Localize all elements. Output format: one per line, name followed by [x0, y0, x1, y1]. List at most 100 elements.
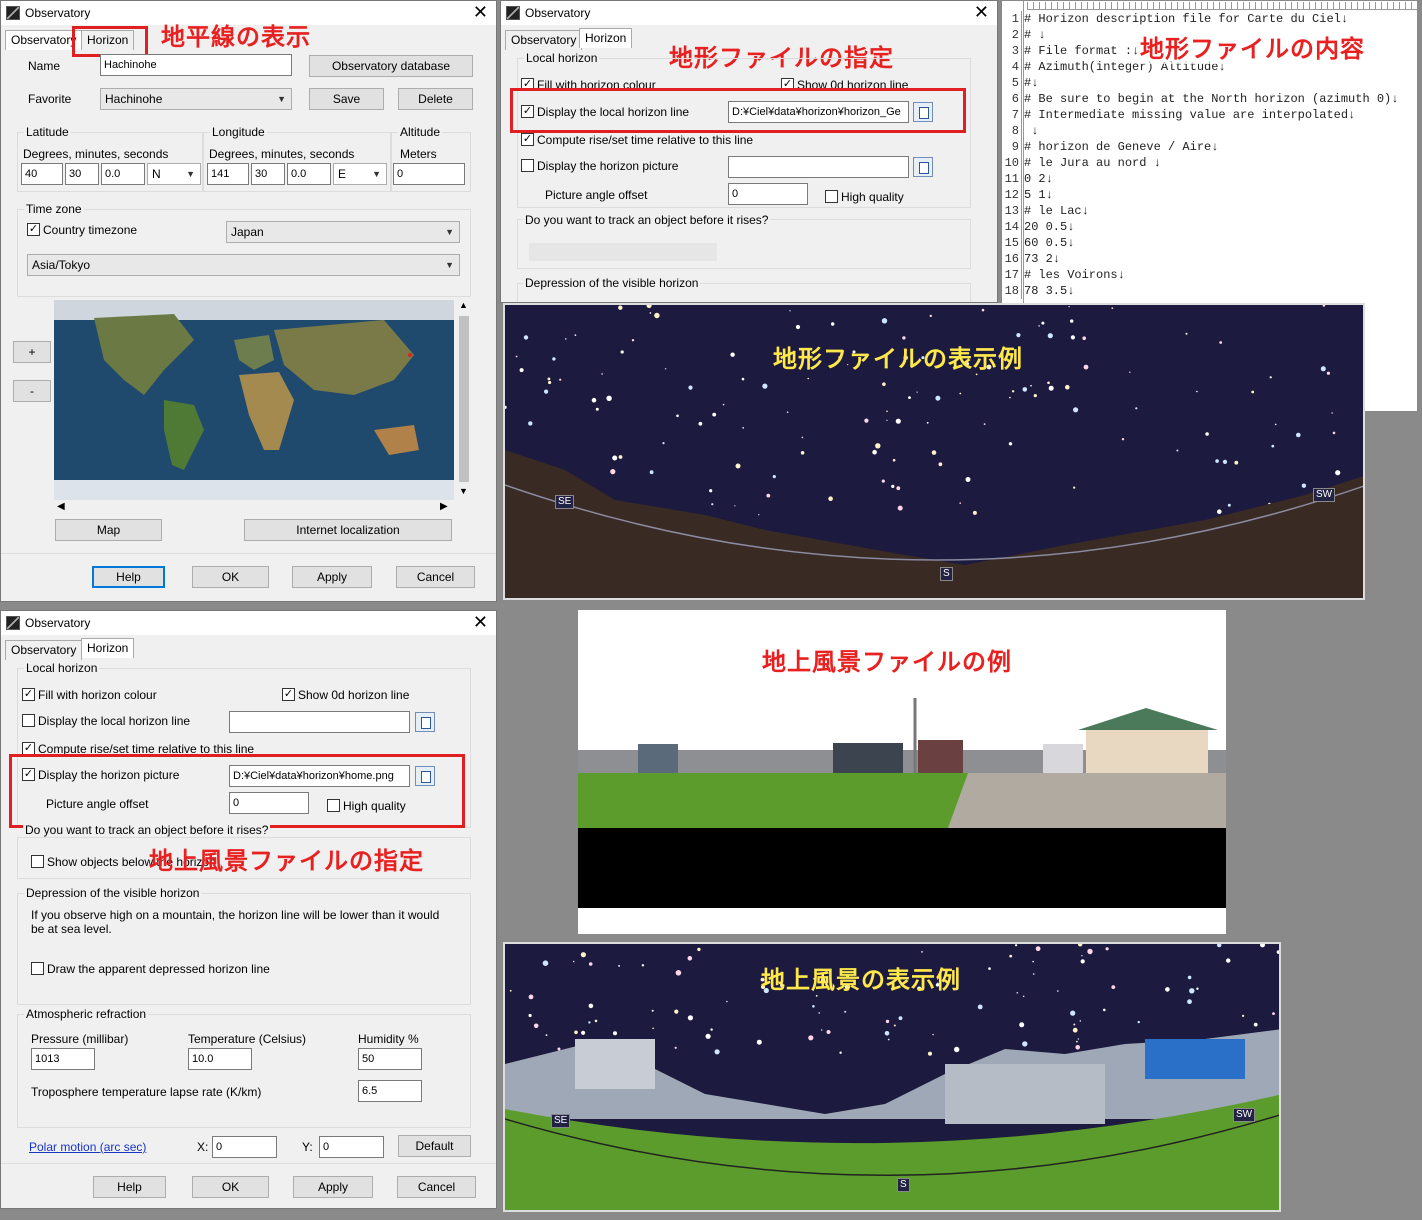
editor-line[interactable]: 8 ↓: [1002, 123, 1038, 139]
apply-button[interactable]: Apply: [292, 566, 372, 588]
lon-seconds-input[interactable]: 0.0: [287, 163, 331, 185]
apply-button[interactable]: Apply: [293, 1176, 373, 1198]
editor-line[interactable]: 14 20 0.5↓: [1002, 219, 1074, 235]
default-button[interactable]: Default: [398, 1135, 471, 1157]
display-local-horizon-checkbox[interactable]: [22, 714, 35, 727]
file-browse-icon[interactable]: [913, 157, 933, 177]
star: [1022, 1041, 1028, 1047]
altitude-input[interactable]: 0: [393, 163, 465, 185]
cancel-button[interactable]: Cancel: [397, 1176, 476, 1198]
help-button[interactable]: Help: [93, 1176, 166, 1198]
tab-observatory[interactable]: Observatory: [505, 30, 583, 50]
cancel-button[interactable]: Cancel: [396, 566, 475, 588]
chevron-up-icon[interactable]: ▲: [459, 300, 468, 310]
polar-y-input[interactable]: 0: [319, 1136, 384, 1158]
local-horizon-path-input[interactable]: [229, 711, 410, 733]
file-browse-icon[interactable]: [415, 712, 435, 732]
editor-line[interactable]: 2 # ↓: [1002, 27, 1046, 43]
y-label: Y:: [302, 1140, 313, 1154]
star: [730, 352, 735, 357]
editor-line[interactable]: 12 5 1↓: [1002, 187, 1053, 203]
timezone-select[interactable]: Asia/Tokyo ▼: [27, 254, 460, 276]
line-number: 10: [1002, 155, 1022, 171]
editor-line[interactable]: 16 73 2↓: [1002, 251, 1060, 267]
editor-line[interactable]: 9 # horizon de Geneve / Aire↓: [1002, 139, 1218, 155]
editor-line[interactable]: 5 #↓: [1002, 75, 1038, 91]
polar-x-input[interactable]: 0: [212, 1136, 277, 1158]
lon-hemisphere-select[interactable]: E ▼: [333, 163, 387, 185]
editor-line[interactable]: 7 # Intermediate missing value are interp…: [1002, 107, 1355, 123]
observatory-database-button[interactable]: Observatory database: [309, 55, 473, 77]
name-input[interactable]: Hachinohe: [100, 54, 292, 76]
editor-line[interactable]: 13 # le Lac↓: [1002, 203, 1089, 219]
temperature-label: Temperature (Celsius): [188, 1032, 307, 1046]
ok-button[interactable]: OK: [192, 566, 269, 588]
display-picture-checkbox[interactable]: [521, 159, 534, 172]
close-icon[interactable]: ✕: [473, 612, 488, 632]
map-horizontal-scrollbar[interactable]: ◀ ▶: [54, 500, 454, 516]
star: [1301, 483, 1307, 488]
editor-line[interactable]: 11 0 2↓: [1002, 171, 1053, 187]
star: [674, 1009, 679, 1014]
map-button[interactable]: Map: [55, 519, 162, 541]
lon-degrees-input[interactable]: 141: [207, 163, 249, 185]
picture-path-input[interactable]: [728, 156, 909, 178]
picture-offset-input[interactable]: 0: [728, 183, 808, 205]
close-icon[interactable]: ✕: [473, 2, 488, 22]
editor-line[interactable]: 18 78 3.5↓: [1002, 283, 1074, 299]
star: [509, 989, 512, 992]
chevron-down-icon[interactable]: ▼: [459, 486, 468, 496]
country-timezone-checkbox[interactable]: ✓: [27, 223, 40, 236]
show-0d-checkbox[interactable]: ✓: [282, 688, 295, 701]
tab-horizon[interactable]: Horizon: [81, 638, 135, 658]
star: [552, 357, 556, 361]
star: [815, 995, 818, 997]
chevron-left-icon[interactable]: ◀: [57, 501, 65, 512]
favorite-select[interactable]: Hachinohe ▼: [100, 88, 292, 110]
zoom-out-button[interactable]: -: [13, 380, 51, 402]
star: [895, 418, 901, 424]
lat-minutes-input[interactable]: 30: [65, 163, 99, 185]
title-bar: Observatory ✕: [1, 611, 496, 635]
editor-line[interactable]: 3 # File format :↓: [1002, 43, 1139, 59]
country-select[interactable]: Japan ▼: [226, 221, 460, 243]
lat-degrees-input[interactable]: 40: [21, 163, 63, 185]
internet-localization-button[interactable]: Internet localization: [244, 519, 452, 541]
help-button[interactable]: Help: [92, 566, 165, 588]
world-map[interactable]: [54, 300, 454, 500]
compute-rise-checkbox[interactable]: ✓: [521, 133, 534, 146]
tab-observatory[interactable]: Observatory: [5, 30, 83, 50]
editor-line[interactable]: 17 # les Voirons↓: [1002, 267, 1125, 283]
chevron-right-icon[interactable]: ▶: [440, 501, 448, 512]
polar-motion-link[interactable]: Polar motion (arc sec): [29, 1140, 146, 1154]
editor-line[interactable]: 6 # Be sure to begin at the North horizon…: [1002, 91, 1398, 107]
lapse-rate-input[interactable]: 6.5: [358, 1080, 422, 1102]
line-text: ↓: [1024, 124, 1039, 138]
tab-horizon[interactable]: Horizon: [579, 28, 633, 48]
draw-depressed-checkbox[interactable]: [31, 962, 44, 975]
star: [528, 421, 533, 426]
map-vertical-scrollbar[interactable]: ▲ ▼: [456, 300, 472, 500]
ok-button[interactable]: OK: [192, 1176, 269, 1198]
temperature-input[interactable]: 10.0: [188, 1048, 252, 1070]
editor-line[interactable]: 15 60 0.5↓: [1002, 235, 1074, 251]
lon-hemisphere-value: E: [338, 167, 347, 181]
star: [1070, 1010, 1076, 1016]
fill-colour-checkbox[interactable]: ✓: [22, 688, 35, 701]
save-button[interactable]: Save: [309, 88, 384, 110]
zoom-in-button[interactable]: +: [13, 341, 51, 363]
humidity-input[interactable]: 50: [358, 1048, 422, 1070]
delete-button[interactable]: Delete: [398, 88, 473, 110]
lat-seconds-input[interactable]: 0.0: [101, 163, 145, 185]
show-below-checkbox[interactable]: [31, 855, 44, 868]
editor-line[interactable]: 10 # le Jura au nord ↓: [1002, 155, 1161, 171]
scroll-thumb[interactable]: [459, 316, 469, 482]
close-icon[interactable]: ✕: [974, 2, 989, 22]
lon-minutes-input[interactable]: 30: [251, 163, 285, 185]
editor-line[interactable]: 1 # Horizon description file for Carte du…: [1002, 11, 1348, 27]
star: [1103, 1008, 1106, 1012]
pressure-input[interactable]: 1013: [31, 1048, 95, 1070]
high-quality-checkbox[interactable]: [825, 190, 838, 203]
tab-observatory[interactable]: Observatory: [5, 640, 83, 660]
lat-hemisphere-select[interactable]: N ▼: [147, 163, 201, 185]
